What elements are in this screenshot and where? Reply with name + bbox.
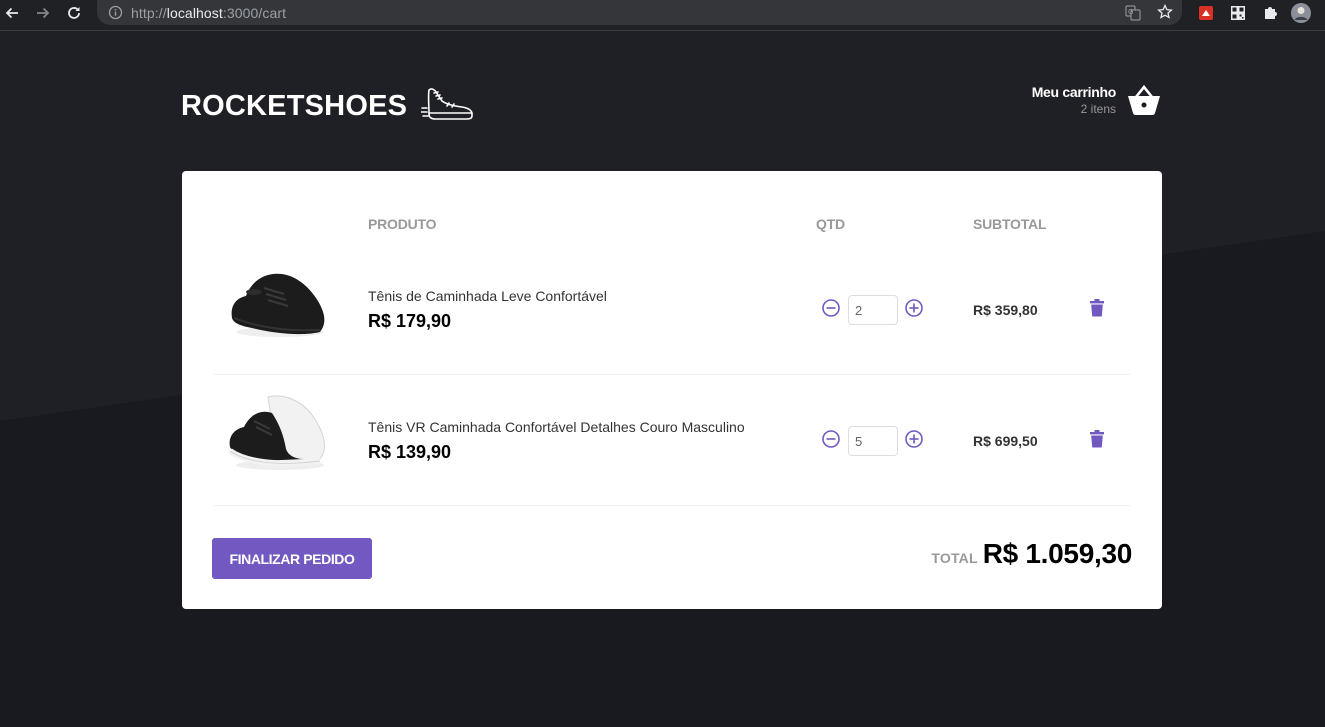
cart-link[interactable]: Meu carrinho 2 itens — [1032, 82, 1162, 118]
row-divider — [214, 505, 1130, 506]
plus-circle-icon[interactable] — [904, 298, 924, 318]
cart-footer: Finalizar pedido TOTAL R$ 1.059,30 — [212, 538, 1132, 579]
url-text: http://localhost:3000/cart — [131, 5, 286, 21]
quantity-input[interactable] — [848, 295, 898, 325]
reload-button[interactable] — [64, 0, 84, 25]
logo-link[interactable]: ROCKETSHOES — [181, 78, 475, 134]
minus-circle-icon[interactable] — [821, 429, 841, 449]
arrow-left-icon — [5, 7, 18, 18]
product-title: Tênis VR Caminhada Confortável Detalhes … — [368, 419, 745, 435]
item-subtotal: R$ 699,50 — [973, 433, 1038, 449]
table-row: Tênis de Caminhada Leve Confortável R$ 1… — [214, 244, 1130, 375]
translate-icon[interactable]: G — [1125, 5, 1141, 21]
puzzle-icon — [1265, 6, 1277, 19]
checkout-button[interactable]: Finalizar pedido — [212, 538, 372, 579]
item-subtotal: R$ 359,80 — [973, 302, 1038, 318]
header-qty: QTD — [816, 216, 845, 232]
back-button[interactable] — [2, 0, 22, 25]
reload-icon — [68, 6, 80, 19]
minus-circle-icon[interactable] — [821, 298, 841, 318]
extension-red-icon — [1199, 5, 1213, 20]
cart-title: Meu carrinho — [1031, 84, 1117, 100]
svg-text:G: G — [1128, 8, 1133, 16]
product-image — [231, 273, 325, 337]
url-path: :3000/cart — [222, 5, 287, 21]
header-subtotal: SUBTOTAL — [973, 216, 1047, 232]
product-image — [228, 395, 325, 470]
star-icon[interactable] — [1157, 4, 1173, 20]
cart-count: 2 itens — [1080, 102, 1116, 116]
header-product: PRODUTO — [368, 216, 437, 232]
app-header: ROCKETSHOES Meu carrinho 2 itens — [181, 78, 1162, 134]
info-icon — [108, 5, 123, 20]
plus-circle-icon[interactable] — [904, 429, 924, 449]
address-bar[interactable]: http://localhost:3000/cart G — [97, 0, 1182, 25]
product-title: Tênis de Caminhada Leve Confortável — [368, 288, 607, 304]
forward-button[interactable] — [33, 0, 53, 25]
total-label: TOTAL — [931, 550, 978, 566]
url-prefix: http:// — [131, 5, 167, 21]
arrow-right-icon — [37, 7, 50, 18]
extension-qr[interactable] — [1228, 0, 1248, 25]
avatar-icon — [1291, 2, 1311, 23]
total-value: R$ 1.059,30 — [982, 538, 1133, 569]
profile-avatar[interactable] — [1290, 0, 1312, 25]
logo-text: ROCKETSHOES — [181, 90, 408, 122]
table-row: Tênis VR Caminhada Confortável Detalhes … — [214, 375, 1130, 506]
product-price: R$ 179,90 — [368, 311, 452, 331]
trash-icon[interactable] — [1087, 429, 1107, 449]
product-price: R$ 139,90 — [368, 442, 452, 462]
basket-icon — [1128, 84, 1160, 115]
cart-summary: Meu carrinho 2 itens — [1031, 83, 1117, 117]
extension-red[interactable] — [1196, 0, 1216, 25]
qr-code-icon — [1231, 5, 1245, 20]
cart-container: PRODUTO QTD SUBTOTAL Tênis de Caminhada … — [182, 171, 1162, 609]
browser-toolbar: http://localhost:3000/cart G — [0, 0, 1325, 31]
url-host: localhost — [166, 5, 223, 21]
sneaker-icon — [421, 88, 473, 120]
extensions-button[interactable] — [1260, 0, 1280, 25]
quantity-input[interactable] — [848, 426, 898, 456]
trash-icon[interactable] — [1087, 298, 1107, 318]
cart-total: TOTAL R$ 1.059,30 — [931, 538, 1132, 570]
